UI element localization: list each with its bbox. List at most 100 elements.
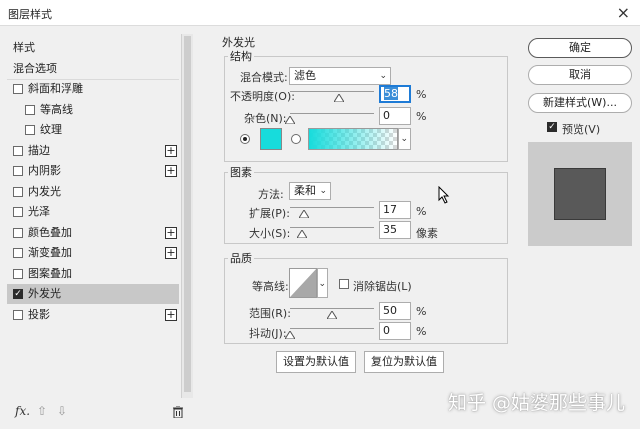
style-list-item-label: 颜色叠加 — [28, 225, 72, 239]
style-list-item-label: 内发光 — [28, 184, 61, 198]
style-checkbox[interactable] — [13, 84, 23, 94]
opacity-value: 58 — [384, 87, 398, 100]
style-list-item[interactable]: 描边 + — [7, 141, 179, 161]
close-icon[interactable]: × — [617, 3, 630, 22]
anti-alias-label: 消除锯齿(L) — [353, 280, 412, 293]
noise-slider-thumb[interactable] — [285, 116, 295, 124]
opacity-input[interactable]: 58 — [379, 85, 411, 103]
spread-slider-thumb[interactable] — [299, 210, 310, 218]
style-list-item[interactable]: 混合选项 — [7, 59, 179, 79]
style-checkbox[interactable] — [13, 207, 23, 217]
style-list-item[interactable]: 纹理 — [7, 120, 179, 140]
style-list-item-label: 内阴影 — [28, 164, 61, 177]
spread-slider[interactable] — [290, 207, 374, 208]
size-unit: 像素 — [416, 227, 438, 240]
glow-color-swatch[interactable] — [260, 128, 282, 150]
style-list-item[interactable]: 斜面和浮雕 — [7, 79, 179, 99]
noise-input[interactable]: 0 — [379, 107, 411, 125]
trash-icon[interactable] — [173, 406, 183, 418]
style-checkbox[interactable] — [25, 125, 35, 135]
spread-input[interactable]: 17 — [379, 201, 411, 219]
style-list-item-label: 混合选项 — [13, 61, 57, 75]
anti-alias-checkbox[interactable] — [339, 279, 349, 289]
contour-dropdown[interactable]: ⌄ — [317, 268, 328, 298]
make-default-button[interactable]: 设置为默认值 — [276, 351, 356, 373]
solid-color-radio[interactable] — [240, 134, 250, 144]
range-value: 50 — [383, 304, 397, 317]
style-list-item-label: 投影 — [28, 307, 50, 321]
cancel-button[interactable]: 取消 — [528, 65, 632, 85]
noise-slider[interactable] — [290, 113, 374, 114]
style-checkbox[interactable] — [13, 248, 23, 258]
glow-gradient-swatch[interactable] — [308, 128, 398, 150]
style-checkbox[interactable] — [13, 268, 23, 279]
size-input[interactable]: 35 — [379, 221, 411, 239]
method-value: 柔和 — [294, 184, 316, 197]
opacity-slider[interactable] — [290, 91, 374, 92]
range-slider-thumb[interactable] — [327, 311, 337, 319]
move-down-icon[interactable]: ⇩ — [57, 404, 67, 418]
window-title: 图层样式 — [8, 8, 52, 21]
add-effect-icon[interactable]: + — [165, 308, 177, 321]
gradient-dropdown[interactable]: ⌄ — [398, 128, 411, 150]
size-slider-thumb[interactable] — [296, 230, 307, 238]
opacity-unit: % — [416, 88, 427, 101]
blend-mode-select[interactable]: 滤色 ⌄ — [289, 67, 391, 85]
style-list-item[interactable]: ✓ 外发光 — [7, 284, 179, 304]
style-list-item-label: 外发光 — [28, 287, 61, 300]
style-list-panel: 样式混合选项斜面和浮雕 等高线纹理描边 + 内阴影 + 内发光光泽颜色叠加 + 渐变叠加 + 图案… — [7, 34, 195, 422]
style-checkbox[interactable]: ✓ — [13, 289, 23, 299]
contour-preview[interactable] — [289, 268, 317, 298]
jitter-slider[interactable] — [290, 328, 374, 329]
style-list-item[interactable]: 图案叠加 — [7, 264, 179, 284]
gradient-radio[interactable] — [291, 134, 301, 144]
style-list-item[interactable]: 光泽 — [7, 202, 179, 222]
add-effect-icon[interactable]: + — [165, 226, 177, 239]
style-checkbox[interactable] — [13, 145, 23, 156]
range-input[interactable]: 50 — [379, 302, 411, 320]
contour-label: 等高线: — [252, 280, 289, 293]
style-checkbox[interactable] — [25, 104, 35, 115]
move-up-icon[interactable]: ⇧ — [37, 404, 47, 418]
fx-button[interactable]: fx. — [15, 404, 30, 418]
preview-checkbox[interactable]: ✓ — [547, 122, 557, 132]
new-style-button[interactable]: 新建样式(W)... — [528, 93, 632, 113]
blend-mode-label: 混合模式: — [240, 71, 288, 84]
range-slider[interactable] — [290, 308, 374, 309]
add-effect-icon[interactable]: + — [165, 247, 177, 259]
style-list-scrollbar[interactable] — [181, 34, 193, 398]
style-list-item[interactable]: 颜色叠加 + — [7, 223, 179, 243]
structure-title: 结构 — [228, 48, 254, 64]
method-select[interactable]: 柔和 ⌄ — [289, 182, 331, 200]
style-checkbox[interactable] — [13, 227, 23, 238]
spread-label: 扩展(P): — [249, 207, 290, 220]
style-list-item[interactable]: 样式 — [7, 38, 179, 58]
title-bar: 图层样式 × — [0, 0, 640, 26]
opacity-slider-thumb[interactable] — [333, 94, 344, 102]
add-effect-icon[interactable]: + — [165, 144, 177, 157]
style-list-item[interactable]: 等高线 — [7, 100, 179, 120]
style-list-item[interactable]: 投影 + — [7, 305, 179, 325]
jitter-slider-thumb[interactable] — [285, 331, 295, 339]
chevron-down-icon: ⌄ — [318, 279, 326, 289]
blend-mode-value: 滤色 — [294, 69, 316, 82]
range-label: 范围(R): — [249, 307, 291, 320]
style-list-item[interactable]: 内阴影 + — [7, 161, 179, 181]
style-list-item[interactable]: 渐变叠加 + — [7, 243, 179, 263]
style-checkbox[interactable] — [13, 309, 23, 320]
reset-default-button[interactable]: 复位为默认值 — [364, 351, 444, 373]
style-checkbox[interactable] — [13, 166, 23, 176]
style-list-toolbar: fx. ⇧ ⇩ — [7, 402, 195, 422]
size-label: 大小(S): — [249, 227, 291, 240]
mouse-cursor-icon — [438, 186, 450, 204]
jitter-input[interactable]: 0 — [379, 322, 411, 340]
style-list-item[interactable]: 内发光 — [7, 182, 179, 202]
size-slider[interactable] — [290, 227, 374, 228]
ok-button[interactable]: 确定 — [528, 38, 632, 58]
scrollbar-thumb[interactable] — [184, 36, 191, 392]
add-effect-icon[interactable]: + — [165, 165, 177, 177]
style-list-item-label: 渐变叠加 — [28, 246, 72, 259]
spread-unit: % — [416, 205, 427, 218]
style-checkbox[interactable] — [13, 186, 23, 197]
style-list-item-label: 纹理 — [40, 123, 62, 136]
